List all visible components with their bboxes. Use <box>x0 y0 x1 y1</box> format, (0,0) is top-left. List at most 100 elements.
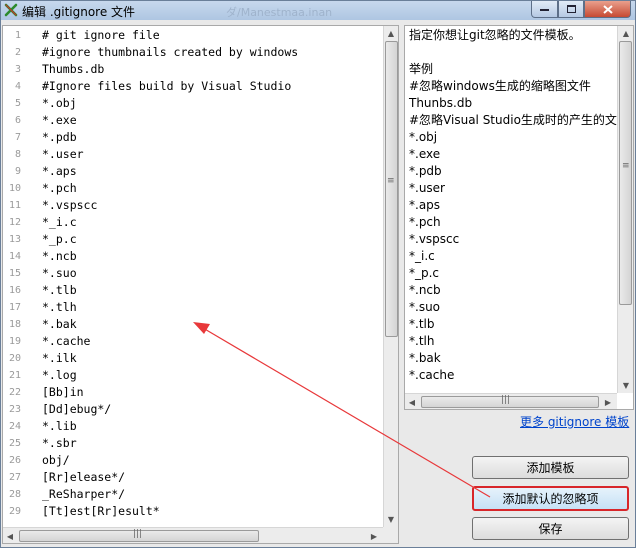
line-number: 21 <box>8 370 21 381</box>
line-number: 27 <box>8 472 21 483</box>
editor-line[interactable]: 9 *.aps <box>3 163 383 180</box>
editor-line[interactable]: 17 *.tlh <box>3 299 383 316</box>
line-text: #ignore thumbnails created by windows <box>42 45 299 59</box>
line-text: *.suo <box>42 266 77 280</box>
editor-line[interactable]: 22 [Bb]in <box>3 384 383 401</box>
line-text: *.log <box>42 368 77 382</box>
editor-line[interactable]: 10 *.pch <box>3 180 383 197</box>
save-button[interactable]: 保存 <box>472 517 629 540</box>
editor-line[interactable]: 6 *.exe <box>3 112 383 129</box>
line-number: 24 <box>8 421 21 432</box>
editor-line[interactable]: 5 *.obj <box>3 95 383 112</box>
editor-line[interactable]: 21 *.log <box>3 367 383 384</box>
add-default-ignore-button[interactable]: 添加默认的忽略项 <box>472 486 629 511</box>
line-text: *.tlb <box>42 283 77 297</box>
line-number: 4 <box>14 81 21 92</box>
maximize-icon <box>566 5 576 13</box>
line-number: 10 <box>8 183 21 194</box>
more-gitignore-templates-link[interactable]: 更多 gitignore 模板 <box>520 413 629 430</box>
line-text: [Tt]est[Rr]esult* <box>42 504 160 518</box>
editor-line[interactable]: 19 *.cache <box>3 333 383 350</box>
help-line: *_i.c <box>409 249 435 263</box>
editor-line[interactable]: 18 *.bak <box>3 316 383 333</box>
editor-line[interactable]: 12 *_i.c <box>3 214 383 231</box>
editor-line[interactable]: 15 *.suo <box>3 265 383 282</box>
editor-line[interactable]: 11 *.vspscc <box>3 197 383 214</box>
editor-line[interactable]: 28 _ReSharper*/ <box>3 486 383 503</box>
editor-line[interactable]: 23 [Dd]ebug*/ <box>3 401 383 418</box>
line-text: *.ilk <box>42 351 77 365</box>
line-number: 23 <box>8 404 21 415</box>
help-line: *.exe <box>409 147 441 161</box>
close-icon <box>602 4 613 14</box>
line-number: 11 <box>8 200 21 211</box>
grip-icon: ||| <box>133 529 143 539</box>
line-text: *.vspscc <box>42 198 98 212</box>
line-number: 18 <box>8 319 21 330</box>
help-line: *.vspscc <box>409 232 460 246</box>
line-number: 22 <box>8 387 21 398</box>
line-text: *.pdb <box>42 130 77 144</box>
help-line: 举例 <box>409 62 434 76</box>
help-line: *.pdb <box>409 164 442 178</box>
editor-line[interactable]: 29 [Tt]est[Rr]esult* <box>3 503 383 520</box>
help-line: *.user <box>409 181 445 195</box>
scroll-left-arrow-icon[interactable]: ◀ <box>3 529 17 543</box>
scroll-up-arrow-icon[interactable]: ▲ <box>384 26 398 40</box>
scroll-down-arrow-icon[interactable]: ▼ <box>619 378 633 392</box>
editor-line[interactable]: 13 *_p.c <box>3 231 383 248</box>
help-line: *.tlb <box>409 317 435 331</box>
line-number: 25 <box>8 438 21 449</box>
editor-line[interactable]: 25 *.sbr <box>3 435 383 452</box>
help-line: *.suo <box>409 300 441 314</box>
gitignore-text-editor[interactable]: 1 # git ignore file 2 #ignore thumbnails cr… <box>2 25 399 544</box>
line-number: 28 <box>8 489 21 500</box>
help-line: *.obj <box>409 130 438 144</box>
editor-line[interactable]: 2 #ignore thumbnails created by windows <box>3 44 383 61</box>
title-bar[interactable]: 编辑 .gitignore 文件 ダ/Manestmaa.inan <box>1 1 635 20</box>
minimize-button[interactable] <box>531 1 558 18</box>
editor-line[interactable]: 8 *.user <box>3 146 383 163</box>
line-text: *_i.c <box>42 215 77 229</box>
line-text: _ReSharper*/ <box>42 487 126 501</box>
line-text: *.user <box>42 147 84 161</box>
scroll-right-arrow-icon[interactable]: ▶ <box>601 395 615 409</box>
scroll-right-arrow-icon[interactable]: ▶ <box>367 529 381 543</box>
line-number: 29 <box>8 506 21 517</box>
editor-line[interactable]: 4 #Ignore files build by Visual Studio <box>3 78 383 95</box>
help-panel: 指定你想让git忽略的文件模板。 举例 #忽略windows生成的缩略图文件 Thun… <box>404 25 634 410</box>
help-horizontal-scrollbar[interactable]: ◀ ||| ▶ <box>405 393 617 409</box>
scroll-down-arrow-icon[interactable]: ▼ <box>384 512 398 526</box>
grip-icon: ≡ <box>387 176 395 186</box>
background-window-title: ダ/Manestmaa.inan <box>226 6 333 19</box>
editor-line[interactable]: 27 [Rr]elease*/ <box>3 469 383 486</box>
editor-line[interactable]: 20 *.ilk <box>3 350 383 367</box>
line-number: 6 <box>14 115 21 126</box>
line-number: 14 <box>8 251 21 262</box>
editor-line[interactable]: 3 Thumbs.db <box>3 61 383 78</box>
editor-line[interactable]: 7 *.pdb <box>3 129 383 146</box>
editor-line[interactable]: 26 obj/ <box>3 452 383 469</box>
help-vertical-scroll-thumb[interactable] <box>619 41 632 305</box>
scroll-corner <box>383 527 398 543</box>
editor-vertical-scroll-thumb[interactable] <box>385 41 398 337</box>
editor-line[interactable]: 24 *.lib <box>3 418 383 435</box>
scroll-left-arrow-icon[interactable]: ◀ <box>405 395 419 409</box>
editor-line[interactable]: 14 *.ncb <box>3 248 383 265</box>
line-number: 12 <box>8 217 21 228</box>
maximize-button[interactable] <box>558 1 584 18</box>
close-button[interactable] <box>584 1 631 18</box>
scroll-up-arrow-icon[interactable]: ▲ <box>619 26 633 40</box>
editor-line[interactable]: 1 # git ignore file <box>3 27 383 44</box>
line-text: # git ignore file <box>42 28 160 42</box>
line-number: 26 <box>8 455 21 466</box>
line-number: 19 <box>8 336 21 347</box>
editor-horizontal-scrollbar[interactable]: ◀ ||| ▶ <box>3 527 383 543</box>
editor-line[interactable]: 16 *.tlb <box>3 282 383 299</box>
add-template-button[interactable]: 添加模板 <box>472 456 629 479</box>
line-text: *.ncb <box>42 249 77 263</box>
help-vertical-scrollbar[interactable]: ▲ ≡ ▼ <box>617 26 633 393</box>
help-line: *.tlh <box>409 334 435 348</box>
editor-vertical-scrollbar[interactable]: ▲ ≡ ▼ <box>383 26 398 527</box>
line-number: 15 <box>8 268 21 279</box>
